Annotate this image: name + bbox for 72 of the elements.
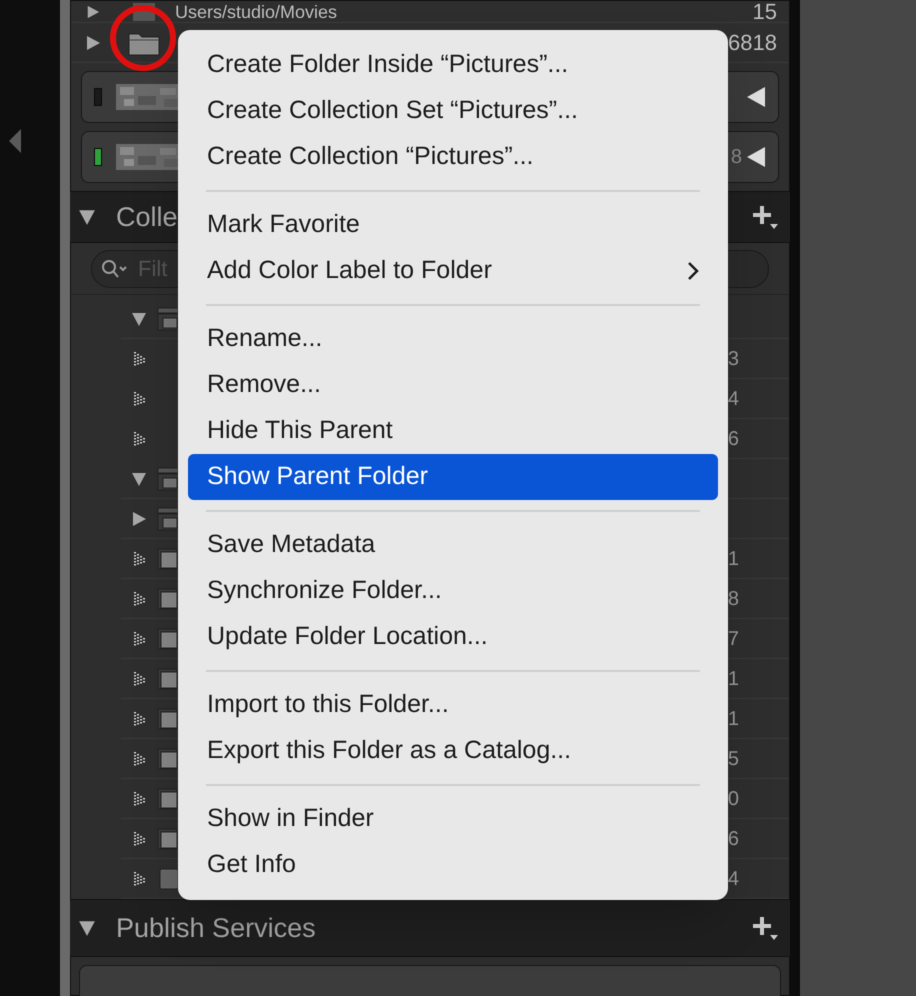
menu-item[interactable]: Create Collection “Pictures”... — [188, 134, 718, 180]
dotted-triangle-icon — [132, 830, 146, 847]
collection-icon — [157, 826, 179, 851]
expand-triangle-icon[interactable] — [85, 34, 101, 50]
menu-item[interactable]: Show Parent Folder — [188, 454, 718, 500]
expand-triangle-icon[interactable] — [131, 510, 147, 527]
collection-icon — [157, 626, 179, 651]
collection-set-icon — [157, 466, 179, 491]
menu-item[interactable]: Remove... — [188, 362, 718, 408]
collapse-triangle-icon[interactable] — [131, 470, 147, 487]
photo-count: 4 — [728, 866, 740, 892]
dotted-triangle-icon — [132, 590, 146, 607]
menu-item[interactable]: Create Folder Inside “Pictures”... — [188, 42, 718, 88]
menu-item[interactable]: Import to this Folder... — [188, 682, 718, 728]
menu-item[interactable]: Save Metadata — [188, 522, 718, 568]
dotted-triangle-icon — [132, 750, 146, 767]
dotted-triangle-icon — [132, 870, 146, 887]
photo-count: 6 — [728, 826, 740, 852]
dotted-triangle-icon — [132, 430, 146, 447]
menu-item[interactable]: Get Info — [188, 842, 718, 888]
panel-collapse-icon[interactable] — [8, 128, 22, 154]
collection-icon — [157, 546, 179, 571]
photo-count: 15 — [752, 0, 778, 26]
add-icon[interactable] — [752, 204, 780, 230]
dotted-triangle-icon — [132, 390, 146, 407]
photo-count: 8 — [730, 145, 742, 170]
collection-icon — [157, 666, 179, 691]
add-icon[interactable] — [752, 915, 780, 942]
dotted-triangle-icon — [132, 790, 146, 807]
collapse-triangle-icon[interactable] — [131, 310, 147, 327]
photo-count: 4 — [728, 386, 740, 412]
photo-count: 1 — [728, 546, 740, 572]
dotted-triangle-icon — [132, 350, 146, 367]
dotted-triangle-icon — [132, 630, 146, 647]
menu-item[interactable]: Update Folder Location... — [188, 614, 718, 660]
collection-icon — [157, 746, 179, 771]
menu-item[interactable]: Hide This Parent — [188, 408, 718, 454]
collection-set-icon — [157, 306, 179, 331]
collection-icon — [157, 786, 179, 811]
left-triangle-icon[interactable] — [746, 146, 766, 168]
dotted-triangle-icon — [132, 670, 146, 687]
photo-count: 1 — [728, 706, 740, 732]
search-icon — [101, 258, 127, 279]
photo-count: 8 — [728, 586, 740, 612]
section-title: Colle — [116, 200, 178, 234]
photo-count: 6 — [728, 426, 740, 452]
folder-path: Users/studio/Movies — [175, 2, 338, 22]
menu-item[interactable]: Mark Favorite — [188, 202, 718, 248]
dotted-triangle-icon — [132, 710, 146, 727]
collapse-triangle-icon[interactable] — [78, 208, 96, 226]
dotted-triangle-icon — [132, 550, 146, 567]
square-icon — [157, 866, 179, 891]
highlight-circle — [109, 4, 177, 72]
photo-count: 7 — [728, 626, 740, 652]
section-title: Publish Services — [116, 912, 316, 945]
menu-item[interactable]: Show in Finder — [188, 796, 718, 842]
menu-item[interactable]: Synchronize Folder... — [188, 568, 718, 614]
photo-count: 3 — [728, 346, 740, 372]
collapse-triangle-icon[interactable] — [78, 919, 96, 938]
left-triangle-icon[interactable] — [746, 86, 766, 108]
menu-item[interactable]: Create Collection Set “Pictures”... — [188, 88, 718, 134]
photo-count: 5 — [728, 746, 740, 772]
photo-count: 1 — [728, 666, 740, 692]
expand-triangle-icon[interactable] — [86, 4, 100, 18]
collection-icon — [157, 586, 179, 611]
collection-icon — [157, 706, 179, 731]
menu-item[interactable]: Export this Folder as a Catalog... — [188, 728, 718, 774]
photo-count: 0 — [728, 786, 740, 812]
menu-item[interactable]: Add Color Label to Folder — [188, 248, 718, 294]
photo-count: 6818 — [728, 29, 778, 57]
collection-set-icon — [157, 506, 179, 531]
menu-item[interactable]: Rename... — [188, 316, 718, 362]
